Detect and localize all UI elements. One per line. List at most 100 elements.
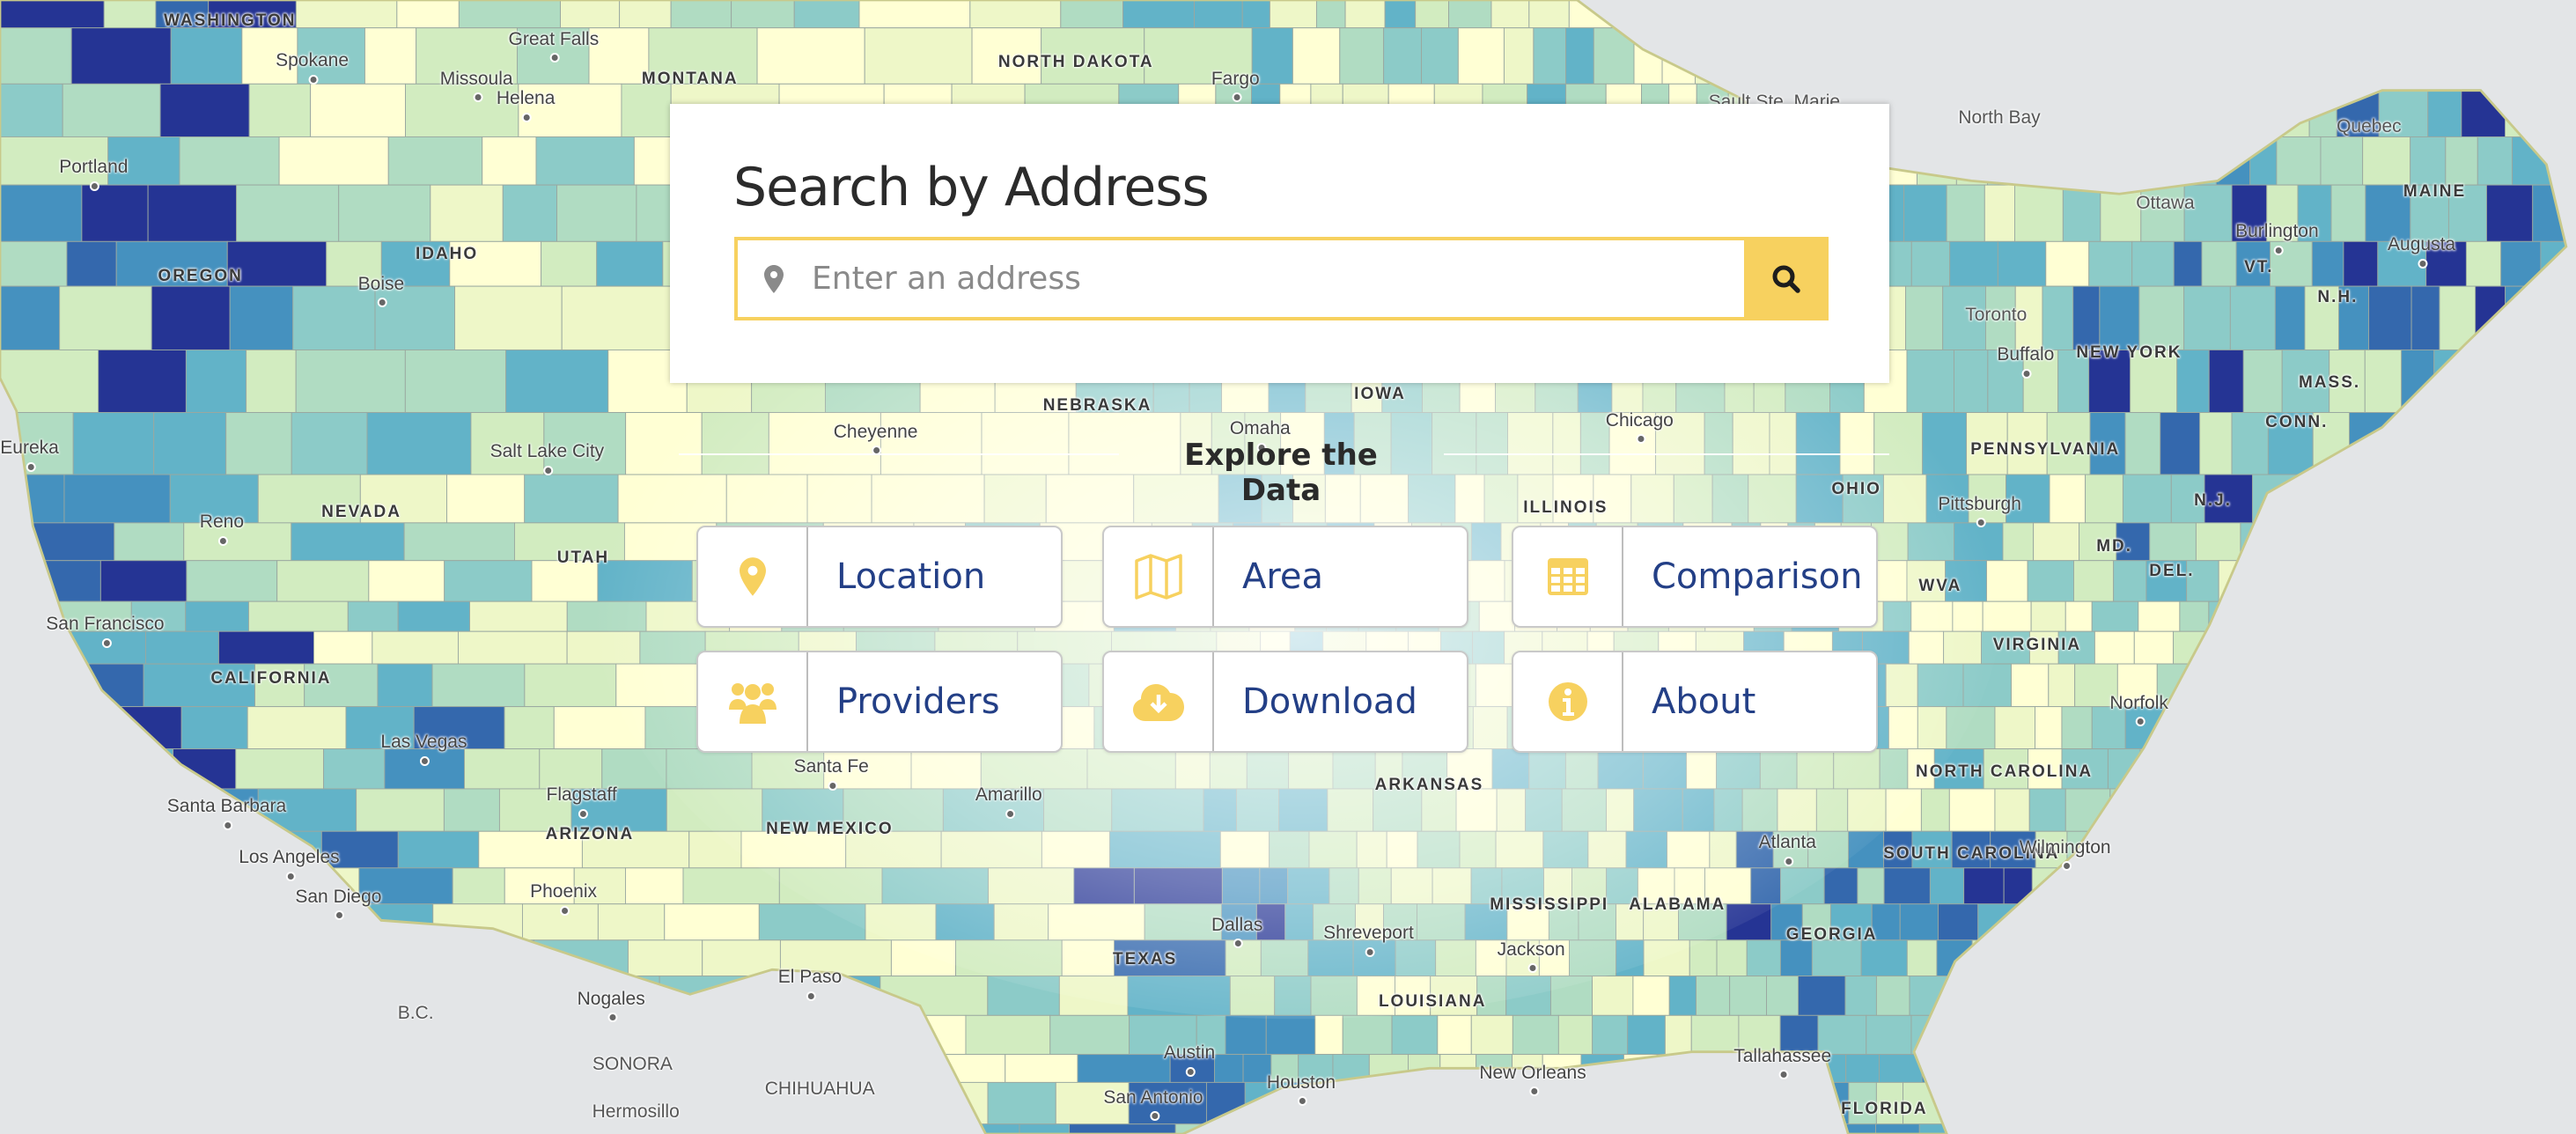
county[interactable] xyxy=(229,285,294,350)
county[interactable] xyxy=(502,1081,580,1125)
county[interactable] xyxy=(2289,1123,2321,1134)
county[interactable] xyxy=(793,0,860,29)
county[interactable] xyxy=(487,976,543,1016)
explore-providers-button[interactable]: Providers xyxy=(696,651,1063,753)
county[interactable] xyxy=(2148,0,2193,29)
county[interactable] xyxy=(1358,1123,1402,1134)
county[interactable] xyxy=(2400,1014,2436,1056)
county[interactable] xyxy=(2138,600,2181,632)
county[interactable] xyxy=(2233,867,2261,905)
county[interactable] xyxy=(2395,474,2430,524)
county[interactable] xyxy=(162,1123,269,1134)
county[interactable] xyxy=(2481,522,2516,562)
county[interactable] xyxy=(2465,1081,2495,1125)
county[interactable] xyxy=(2248,903,2277,941)
county[interactable] xyxy=(93,903,151,941)
county[interactable] xyxy=(292,285,376,350)
county[interactable] xyxy=(2365,474,2396,524)
county[interactable] xyxy=(2412,522,2442,562)
county[interactable] xyxy=(2338,939,2386,977)
county[interactable] xyxy=(431,663,526,708)
county[interactable] xyxy=(2173,830,2215,869)
county[interactable] xyxy=(2088,240,2133,287)
county[interactable] xyxy=(2173,240,2203,287)
county[interactable] xyxy=(2064,600,2093,632)
county[interactable] xyxy=(2206,867,2234,905)
county[interactable] xyxy=(2139,1014,2174,1056)
county[interactable] xyxy=(2138,285,2185,350)
county[interactable] xyxy=(2410,285,2440,350)
county[interactable] xyxy=(153,412,227,475)
county[interactable] xyxy=(1060,0,1124,29)
county[interactable] xyxy=(624,867,684,905)
county[interactable] xyxy=(2030,600,2066,632)
county[interactable] xyxy=(2267,706,2316,750)
county[interactable] xyxy=(1753,1123,1781,1134)
county[interactable] xyxy=(2546,349,2576,414)
county[interactable] xyxy=(0,748,79,790)
county[interactable] xyxy=(1580,1054,1624,1083)
explore-location-button[interactable]: Location xyxy=(696,526,1063,628)
county[interactable] xyxy=(2258,0,2299,29)
county[interactable] xyxy=(412,1123,465,1134)
county[interactable] xyxy=(1994,706,2035,750)
county[interactable] xyxy=(1593,27,1635,85)
county[interactable] xyxy=(1874,1123,1920,1134)
county[interactable] xyxy=(2241,1123,2291,1134)
county[interactable] xyxy=(144,630,219,665)
county[interactable] xyxy=(2349,663,2388,708)
county[interactable] xyxy=(2437,560,2466,602)
county[interactable] xyxy=(463,1123,553,1134)
county[interactable] xyxy=(2473,0,2512,29)
county[interactable] xyxy=(384,1054,490,1083)
county[interactable] xyxy=(2243,1054,2289,1083)
county[interactable] xyxy=(2512,136,2562,186)
county[interactable] xyxy=(2461,748,2497,790)
county[interactable] xyxy=(482,136,537,186)
county[interactable] xyxy=(1909,83,1941,137)
county[interactable] xyxy=(2028,0,2060,29)
county[interactable] xyxy=(596,240,664,287)
county[interactable] xyxy=(2020,136,2053,186)
county[interactable] xyxy=(1632,976,1670,1016)
county[interactable] xyxy=(295,349,406,414)
county[interactable] xyxy=(1650,0,1690,29)
county[interactable] xyxy=(1884,27,1934,85)
county[interactable] xyxy=(2349,976,2396,1016)
county[interactable] xyxy=(106,939,174,977)
county[interactable] xyxy=(1937,903,1979,941)
county[interactable] xyxy=(2451,27,2500,85)
county[interactable] xyxy=(2121,27,2168,85)
county[interactable] xyxy=(2305,867,2344,905)
county[interactable] xyxy=(2514,522,2563,562)
county[interactable] xyxy=(2033,522,2080,562)
county[interactable] xyxy=(597,903,666,941)
county[interactable] xyxy=(1920,788,1950,832)
county[interactable] xyxy=(2500,240,2542,287)
county[interactable] xyxy=(1814,1123,1846,1134)
county[interactable] xyxy=(2425,976,2462,1016)
county[interactable] xyxy=(1269,0,1317,29)
county[interactable] xyxy=(539,748,603,790)
county[interactable] xyxy=(2374,560,2410,602)
county[interactable] xyxy=(1437,1014,1472,1056)
county[interactable] xyxy=(2258,976,2309,1016)
county[interactable] xyxy=(1731,0,1766,29)
county[interactable] xyxy=(1927,0,1957,29)
county[interactable] xyxy=(2139,748,2171,790)
county[interactable] xyxy=(2042,1054,2087,1083)
county[interactable] xyxy=(2538,0,2566,29)
county[interactable] xyxy=(0,939,107,977)
county[interactable] xyxy=(1225,1014,1267,1056)
county[interactable] xyxy=(2475,706,2517,750)
county[interactable] xyxy=(2169,748,2198,790)
county[interactable] xyxy=(1557,1014,1593,1056)
county[interactable] xyxy=(2076,83,2117,137)
county[interactable] xyxy=(2391,748,2431,790)
county[interactable] xyxy=(2431,939,2481,977)
county[interactable] xyxy=(2278,630,2328,665)
county[interactable] xyxy=(2418,27,2453,85)
county[interactable] xyxy=(2049,474,2087,524)
county[interactable] xyxy=(77,748,174,790)
county[interactable] xyxy=(66,240,117,287)
